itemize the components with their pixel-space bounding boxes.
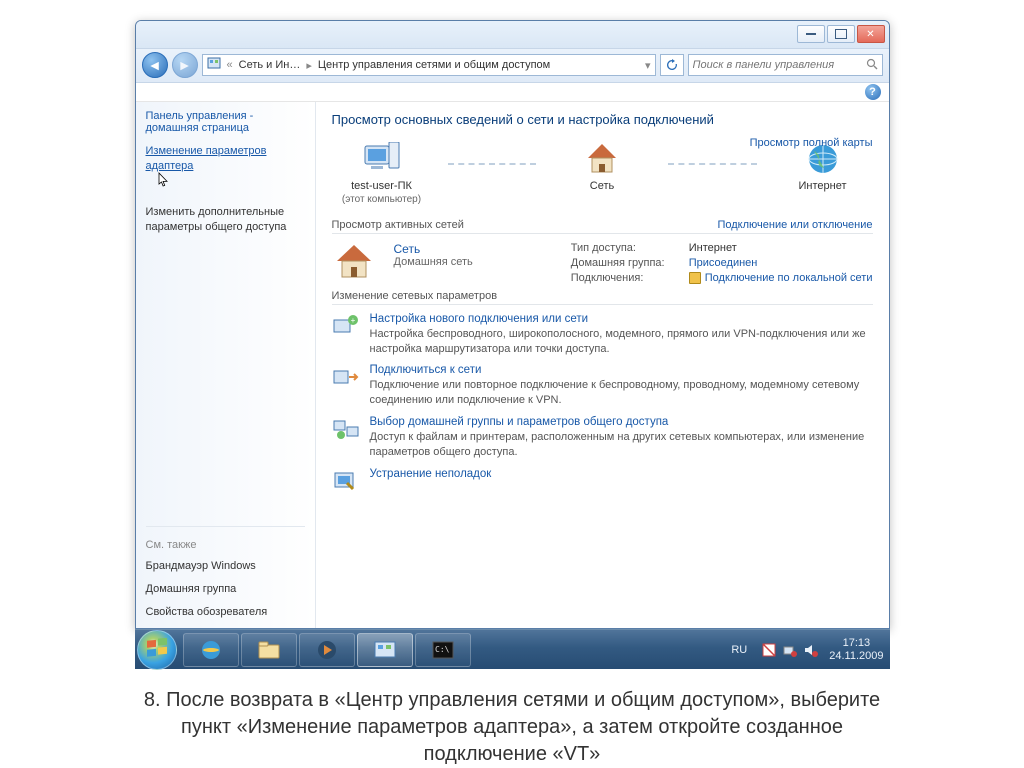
clock[interactable]: 17:13 24.11.2009	[829, 637, 883, 662]
minimize-button[interactable]	[797, 25, 825, 43]
clock-date: 24.11.2009	[829, 650, 883, 663]
task-desc: Подключение или повторное подключение к …	[370, 378, 873, 408]
breadcrumb[interactable]: « Сеть и Ин… ▸ Центр управления сетями и…	[202, 54, 656, 76]
taskbar-ie[interactable]	[183, 633, 239, 667]
network-label: Сеть	[590, 180, 614, 193]
forward-button[interactable]: ►	[172, 52, 198, 78]
change-sharing-settings-link[interactable]: Изменить дополнительные параметры общего…	[146, 205, 305, 235]
computer-icon	[362, 141, 402, 177]
slide-caption: 8. После возврата в «Центр управления се…	[122, 687, 902, 768]
home-network-icon	[332, 242, 376, 282]
search-input[interactable]	[693, 59, 862, 71]
cursor-icon	[156, 172, 315, 193]
troubleshoot-icon	[332, 468, 360, 494]
network-node[interactable]: Сеть	[552, 141, 652, 193]
internet-label: Интернет	[799, 180, 847, 193]
taskbar-explorer[interactable]	[241, 633, 297, 667]
svg-text:+: +	[350, 316, 355, 325]
language-indicator[interactable]: RU	[727, 642, 751, 658]
main-panel: Просмотр основных сведений о сети и наст…	[316, 102, 889, 628]
active-networks-header: Просмотр активных сетей Подключение или …	[332, 219, 873, 234]
task-new-connection[interactable]: + Настройка нового подключения или сети …	[332, 313, 873, 357]
titlebar	[136, 21, 889, 49]
tray-network-icon[interactable]	[782, 642, 798, 658]
help-icon[interactable]: ?	[865, 84, 881, 100]
help-row: ?	[136, 83, 889, 103]
tray-volume-icon[interactable]	[803, 642, 819, 658]
this-pc-node[interactable]: test-user-ПК (этот компьютер)	[332, 141, 432, 204]
task-desc: Настройка беспроводного, широкополосного…	[370, 327, 873, 357]
taskbar-cmd[interactable]: C:\	[415, 633, 471, 667]
control-panel-home-link[interactable]: Панель управления - домашняя страница	[146, 110, 305, 134]
task-title[interactable]: Устранение неполадок	[370, 468, 492, 480]
connect-disconnect-link[interactable]: Подключение или отключение	[717, 219, 872, 231]
svg-text:C:\: C:\	[435, 645, 450, 654]
lan-icon	[689, 272, 701, 284]
network-map-row: test-user-ПК (этот компьютер) Сеть	[332, 137, 873, 212]
clock-time: 17:13	[829, 637, 883, 650]
homegroup-value[interactable]: Присоединен	[689, 257, 873, 269]
breadcrumb-level2[interactable]: Центр управления сетями и общим доступом	[318, 59, 550, 71]
back-button[interactable]: ◄	[142, 52, 168, 78]
access-type-label: Тип доступа:	[571, 242, 681, 254]
task-troubleshoot[interactable]: Устранение неполадок	[332, 468, 873, 494]
search-box[interactable]	[688, 54, 883, 76]
network-properties: Тип доступа: Интернет Домашняя группа: П…	[571, 242, 873, 284]
see-also-label: См. также	[146, 539, 305, 551]
close-button[interactable]	[857, 25, 885, 43]
breadcrumb-level1[interactable]: Сеть и Ин…	[239, 59, 301, 71]
pc-name: test-user-ПК	[351, 180, 412, 192]
task-list: + Настройка нового подключения или сети …	[332, 313, 873, 494]
pc-subtitle: (этот компьютер)	[342, 194, 421, 205]
start-button[interactable]	[137, 630, 177, 670]
connections-label: Подключения:	[571, 272, 681, 284]
internet-options-link[interactable]: Свойства обозревателя	[146, 605, 305, 620]
change-settings-header: Изменение сетевых параметров	[332, 290, 873, 305]
taskbar-control-panel[interactable]	[357, 633, 413, 667]
homegroup-icon	[332, 416, 360, 442]
active-network-type: Домашняя сеть	[394, 256, 473, 268]
tray-action-center-icon[interactable]	[761, 642, 777, 658]
search-icon	[866, 58, 878, 73]
task-connect-network[interactable]: Подключиться к сети Подключение или повт…	[332, 364, 873, 408]
navigation-bar: ◄ ► « Сеть и Ин… ▸ Центр управления сетя…	[136, 49, 889, 83]
page-title: Просмотр основных сведений о сети и наст…	[332, 112, 873, 127]
task-title[interactable]: Настройка нового подключения или сети	[370, 313, 873, 325]
connect-network-icon	[332, 364, 360, 390]
connection-line	[448, 163, 537, 165]
change-adapter-settings-link[interactable]: Изменение параметров адаптера	[146, 144, 305, 174]
control-panel-window: ◄ ► « Сеть и Ин… ▸ Центр управления сетя…	[135, 20, 890, 629]
connections-value[interactable]: Подключение по локальной сети	[689, 272, 873, 284]
taskbar: C:\ RU 17:13 24.11.2009	[135, 629, 890, 669]
firewall-link[interactable]: Брандмауэр Windows	[146, 559, 305, 574]
taskbar-media-player[interactable]	[299, 633, 355, 667]
homegroup-label: Домашняя группа:	[571, 257, 681, 269]
maximize-button[interactable]	[827, 25, 855, 43]
connection-line-2	[668, 163, 757, 165]
homegroup-link[interactable]: Домашняя группа	[146, 582, 305, 597]
task-homegroup-sharing[interactable]: Выбор домашней группы и параметров общег…	[332, 416, 873, 460]
house-icon	[582, 141, 622, 177]
task-desc: Доступ к файлам и принтерам, расположенн…	[370, 430, 873, 460]
access-type-value: Интернет	[689, 242, 873, 254]
active-network-name[interactable]: Сеть	[394, 242, 473, 256]
sidebar: Панель управления - домашняя страница Из…	[136, 102, 316, 628]
new-connection-icon: +	[332, 313, 360, 339]
refresh-button[interactable]	[660, 54, 684, 76]
task-title[interactable]: Подключиться к сети	[370, 364, 873, 376]
control-panel-icon	[207, 57, 221, 74]
system-tray: RU 17:13 24.11.2009	[727, 637, 887, 662]
full-map-link[interactable]: Просмотр полной карты	[750, 137, 873, 149]
active-network-row: Сеть Домашняя сеть Тип доступа: Интернет…	[332, 242, 873, 284]
task-title[interactable]: Выбор домашней группы и параметров общег…	[370, 416, 873, 428]
